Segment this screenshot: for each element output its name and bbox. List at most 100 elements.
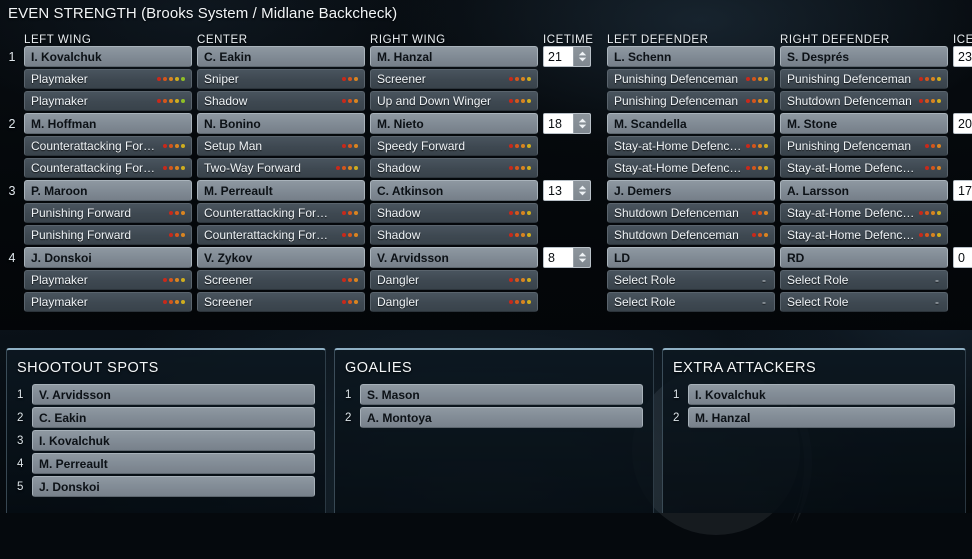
chevron-up-icon[interactable] [578,252,587,257]
icetime-value[interactable]: 18 [544,114,573,133]
list-item-player[interactable]: V. Arvidsson [32,384,315,405]
role-cell[interactable]: Shutdown Defenceman [780,91,948,111]
role-cell[interactable]: Counterattacking For… [197,225,365,245]
icetime-spinner[interactable]: 17 [953,180,972,201]
icetime-value[interactable]: 8 [544,248,573,267]
role-label: Punishing Defenceman [614,72,739,86]
icetime-stepper-buttons[interactable] [573,47,590,66]
player-name-cell[interactable]: J. Donskoi [24,247,192,268]
player-name-cell[interactable]: C. Atkinson [370,180,538,201]
chevron-up-icon[interactable] [578,118,587,123]
role-cell[interactable]: Select Role - [607,292,775,312]
player-name-cell[interactable]: M. Nieto [370,113,538,134]
role-cell[interactable]: Stay-at-Home Defenc… [780,225,948,245]
role-cell[interactable]: Shutdown Defenceman [607,203,775,223]
chevron-up-icon[interactable] [578,185,587,190]
list-item-player[interactable]: I. Kovalchuk [32,430,315,451]
chevron-down-icon[interactable] [578,191,587,196]
icetime-value[interactable]: 23 [954,47,972,66]
role-cell[interactable]: Playmaker [24,69,192,89]
role-cell[interactable]: Screener [197,270,365,290]
list-item-player[interactable]: J. Donskoi [32,476,315,497]
role-cell[interactable]: Sniper [197,69,365,89]
role-cell[interactable]: Punishing Forward [24,225,192,245]
role-cell[interactable]: Setup Man [197,136,365,156]
player-name-cell[interactable]: M. Stone [780,113,948,134]
icetime-spinner[interactable]: 0 [953,247,972,268]
role-cell[interactable]: Up and Down Winger [370,91,538,111]
list-item-player[interactable]: I. Kovalchuk [688,384,955,405]
role-cell[interactable]: Stay-at-Home Defenc… [607,158,775,178]
role-cell[interactable]: Stay-at-Home Defenc… [780,203,948,223]
list-item-player[interactable]: M. Hanzal [688,407,955,428]
role-cell[interactable]: Playmaker [24,292,192,312]
role-cell[interactable]: Counterattacking For… [24,158,192,178]
lineup-grid: LEFT WING CENTER RIGHT WING ICETIME LEFT… [0,28,972,314]
chevron-up-icon[interactable] [578,51,587,56]
icetime-stepper-buttons[interactable] [573,114,590,133]
role-cell[interactable]: Counterattacking For… [24,136,192,156]
player-name-cell[interactable]: I. Kovalchuk [24,46,192,67]
icetime-stepper-buttons[interactable] [573,248,590,267]
role-cell[interactable]: Shadow [370,203,538,223]
role-cell[interactable]: Shutdown Defenceman [607,225,775,245]
chevron-down-icon[interactable] [578,124,587,129]
role-cell[interactable]: Punishing Defenceman [607,69,775,89]
player-name-cell[interactable]: A. Larsson [780,180,948,201]
role-cell[interactable]: Playmaker [24,270,192,290]
role-cell[interactable]: Shadow [197,91,365,111]
icetime-stepper-buttons[interactable] [573,181,590,200]
icetime-value[interactable]: 13 [544,181,573,200]
icetime-spinner[interactable]: 20 [953,113,972,134]
chevron-down-icon[interactable] [578,57,587,62]
list-item-player[interactable]: S. Mason [360,384,643,405]
role-cell[interactable]: Punishing Defenceman [607,91,775,111]
list-item-player[interactable]: C. Eakin [32,407,315,428]
role-cell[interactable]: Two-Way Forward [197,158,365,178]
role-cell[interactable]: Punishing Defenceman [780,69,948,89]
rating-dot [521,166,525,170]
player-name-cell[interactable]: M. Scandella [607,113,775,134]
player-name-cell[interactable]: M. Hanzal [370,46,538,67]
role-cell[interactable]: Stay-at-Home Defenc… [607,136,775,156]
list-item-player[interactable]: A. Montoya [360,407,643,428]
role-cell[interactable]: Punishing Forward [24,203,192,223]
role-cell[interactable]: Shadow [370,158,538,178]
icetime-value[interactable]: 17 [954,181,972,200]
icetime-spinner[interactable]: 8 [543,247,591,268]
role-cell[interactable]: Select Role - [780,270,948,290]
icetime-spinner[interactable]: 21 [543,46,591,67]
role-cell[interactable]: Dangler [370,292,538,312]
role-cell[interactable]: Dangler [370,270,538,290]
player-name-cell[interactable]: RD [780,247,948,268]
role-cell[interactable]: Stay-at-Home Defenc… [780,158,948,178]
chevron-down-icon[interactable] [578,258,587,263]
role-cell[interactable]: Screener [370,69,538,89]
player-name-cell[interactable]: S. Després [780,46,948,67]
icetime-spinner[interactable]: 13 [543,180,591,201]
player-name-cell[interactable]: M. Hoffman [24,113,192,134]
role-cell[interactable]: Shadow [370,225,538,245]
role-cell[interactable]: Select Role - [780,292,948,312]
role-cell[interactable]: Speedy Forward [370,136,538,156]
player-name-cell[interactable]: LD [607,247,775,268]
player-name-cell[interactable]: N. Bonino [197,113,365,134]
role-cell[interactable]: Playmaker [24,91,192,111]
icetime-spinner[interactable]: 23 [953,46,972,67]
icetime-value[interactable]: 0 [954,248,972,267]
role-cell[interactable]: Counterattacking For… [197,203,365,223]
player-name-cell[interactable]: L. Schenn [607,46,775,67]
player-name-cell[interactable]: V. Zykov [197,247,365,268]
role-cell[interactable]: Punishing Defenceman [780,136,948,156]
role-cell[interactable]: Select Role - [607,270,775,290]
player-name-cell[interactable]: M. Perreault [197,180,365,201]
player-name-cell[interactable]: V. Arvidsson [370,247,538,268]
icetime-value[interactable]: 21 [544,47,573,66]
icetime-spinner[interactable]: 18 [543,113,591,134]
player-name-cell[interactable]: C. Eakin [197,46,365,67]
player-name-cell[interactable]: P. Maroon [24,180,192,201]
role-cell[interactable]: Screener [197,292,365,312]
icetime-value[interactable]: 20 [954,114,972,133]
player-name-cell[interactable]: J. Demers [607,180,775,201]
list-item-player[interactable]: M. Perreault [32,453,315,474]
